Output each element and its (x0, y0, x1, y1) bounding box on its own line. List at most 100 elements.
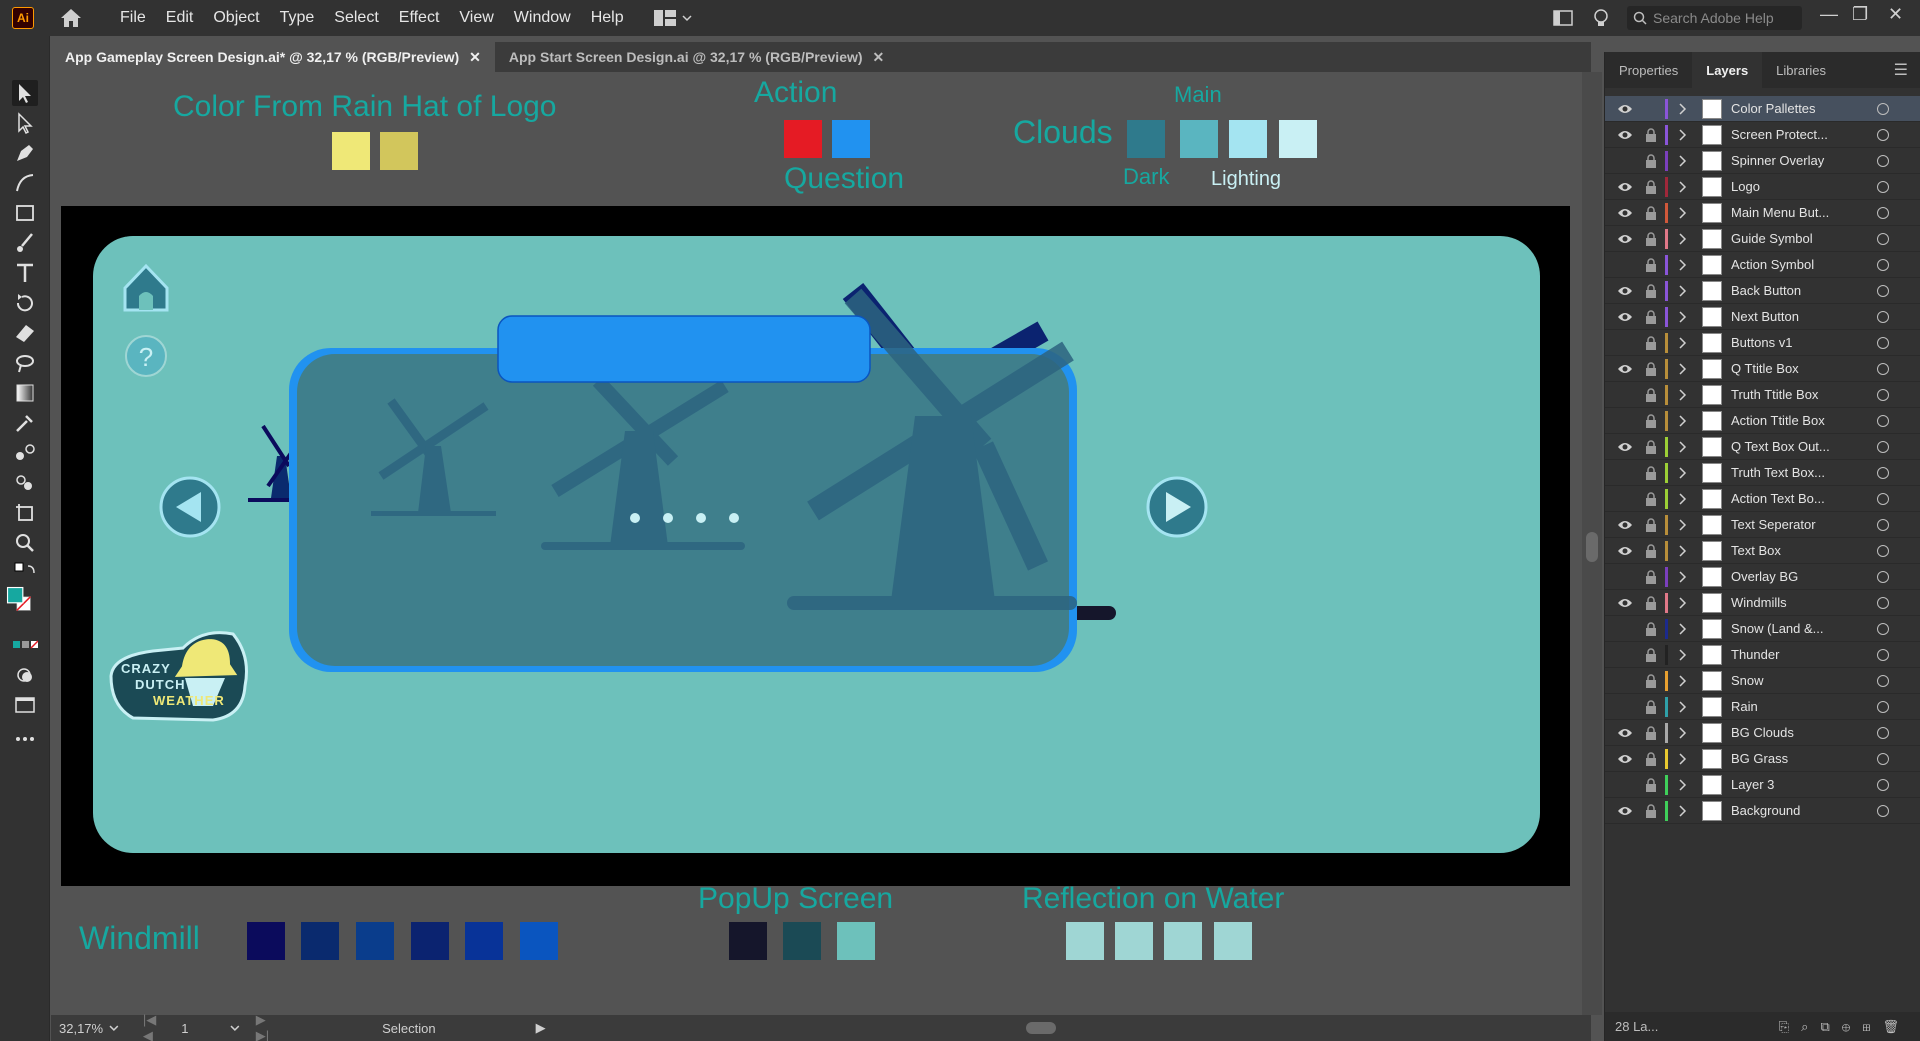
lock-icon[interactable] (1645, 491, 1657, 506)
swatch-windmill-5[interactable] (465, 922, 503, 960)
chevron-down-icon[interactable] (109, 1024, 119, 1032)
menu-edit[interactable]: Edit (156, 0, 204, 36)
lock-icon[interactable] (1645, 803, 1657, 818)
lock-icon[interactable] (1645, 647, 1657, 662)
direct-selection-tool-icon[interactable] (12, 110, 38, 136)
swatch-question[interactable] (832, 120, 870, 158)
layer-row[interactable]: Action Text Bo... (1605, 486, 1920, 512)
paintbrush-tool-icon[interactable] (12, 230, 38, 256)
layer-target-icon[interactable] (1877, 752, 1889, 765)
chevron-right-icon[interactable] (1677, 310, 1687, 324)
chevron-right-icon[interactable] (1677, 154, 1687, 168)
layer-row[interactable]: BG Clouds (1605, 720, 1920, 746)
lock-icon[interactable] (1645, 673, 1657, 688)
visibility-eye-icon[interactable] (1617, 363, 1633, 375)
lock-icon[interactable] (1645, 335, 1657, 350)
layer-row[interactable]: Overlay BG (1605, 564, 1920, 590)
visibility-eye-icon[interactable] (1617, 207, 1633, 219)
lock-icon[interactable] (1645, 179, 1657, 194)
layer-row[interactable]: Thunder (1605, 642, 1920, 668)
layer-row[interactable]: Layer 3 (1605, 772, 1920, 798)
guide-symbol-icon[interactable]: ? (125, 335, 167, 377)
menu-effect[interactable]: Effect (389, 0, 450, 36)
layer-target-icon[interactable] (1877, 414, 1889, 427)
vertical-scrollbar[interactable] (1582, 72, 1602, 1015)
lock-icon[interactable] (1645, 569, 1657, 584)
layer-target-icon[interactable] (1877, 778, 1889, 791)
layer-row[interactable]: Text Seperator (1605, 512, 1920, 538)
more-tools-icon[interactable] (12, 726, 38, 752)
visibility-eye-icon[interactable] (1617, 285, 1633, 297)
swatch-clouds-dark[interactable] (1127, 120, 1165, 158)
layer-target-icon[interactable] (1877, 258, 1889, 271)
chevron-right-icon[interactable] (1677, 440, 1687, 454)
horizontal-scrollbar[interactable] (566, 1021, 1591, 1035)
swatch-popup-3[interactable] (837, 922, 875, 960)
chevron-right-icon[interactable] (1677, 258, 1687, 272)
rectangle-tool-icon[interactable] (12, 200, 38, 226)
layer-row[interactable]: Text Box (1605, 538, 1920, 564)
canvas[interactable]: Color From Rain Hat of Logo Action Quest… (51, 72, 1591, 1015)
layer-row[interactable]: Main Menu But... (1605, 200, 1920, 226)
eyedropper-tool-icon[interactable] (12, 410, 38, 436)
layer-row[interactable]: Screen Protect... (1605, 122, 1920, 148)
menu-view[interactable]: View (449, 0, 503, 36)
swatch-popup-2[interactable] (783, 922, 821, 960)
pen-tool-icon[interactable] (12, 140, 38, 166)
layer-target-icon[interactable] (1877, 570, 1889, 583)
layer-target-icon[interactable] (1877, 180, 1889, 193)
lock-icon[interactable] (1645, 153, 1657, 168)
layer-row[interactable]: Q Text Box Out... (1605, 434, 1920, 460)
swatch-clouds-light-1[interactable] (1229, 120, 1267, 158)
menu-help[interactable]: Help (581, 0, 634, 36)
swatch-windmill-4[interactable] (411, 922, 449, 960)
visibility-toggle[interactable] (1617, 389, 1633, 401)
fill-stroke-swatch[interactable] (6, 586, 40, 620)
layer-target-icon[interactable] (1877, 310, 1889, 323)
last-artboard-icon[interactable]: ▶ ▶| (256, 1012, 282, 1041)
layer-target-icon[interactable] (1877, 674, 1889, 687)
lock-icon[interactable] (1645, 543, 1657, 558)
zoom-tool-icon[interactable] (12, 530, 38, 556)
swatch-reflection-3[interactable] (1164, 922, 1202, 960)
chevron-right-icon[interactable] (1677, 128, 1687, 142)
swatch-popup-1[interactable] (729, 922, 767, 960)
visibility-toggle[interactable] (1617, 155, 1633, 167)
lock-icon[interactable] (1645, 595, 1657, 610)
layer-row[interactable]: Buttons v1 (1605, 330, 1920, 356)
first-artboard-icon[interactable]: |◀ ◀ (143, 1012, 169, 1041)
scrollbar-thumb[interactable] (1586, 532, 1598, 562)
chevron-down-icon[interactable] (230, 1024, 240, 1032)
chevron-right-icon[interactable] (1677, 232, 1687, 246)
chevron-right-icon[interactable] (1677, 102, 1687, 116)
artboard-number[interactable]: 1 (181, 1021, 230, 1036)
visibility-eye-icon[interactable] (1617, 753, 1633, 765)
visibility-eye-icon[interactable] (1617, 129, 1633, 141)
screen-mode-icon[interactable] (12, 692, 38, 718)
chevron-right-icon[interactable] (1677, 674, 1687, 688)
visibility-toggle[interactable] (1617, 779, 1633, 791)
menu-select[interactable]: Select (324, 0, 388, 36)
lock-icon[interactable] (1645, 361, 1657, 376)
layer-target-icon[interactable] (1877, 128, 1889, 141)
visibility-eye-icon[interactable] (1617, 441, 1633, 453)
chevron-right-icon[interactable] (1677, 804, 1687, 818)
swatch-clouds-light-2[interactable] (1279, 120, 1317, 158)
layer-row[interactable]: BG Grass (1605, 746, 1920, 772)
tab-gameplay-screen[interactable]: App Gameplay Screen Design.ai* @ 32,17 %… (51, 42, 495, 72)
chevron-right-icon[interactable] (1677, 466, 1687, 480)
chevron-right-icon[interactable] (1677, 492, 1687, 506)
swatch-windmill-3[interactable] (356, 922, 394, 960)
chevron-right-icon[interactable] (1677, 752, 1687, 766)
layer-row[interactable]: Action Ttitle Box (1605, 408, 1920, 434)
layer-row[interactable]: Spinner Overlay (1605, 148, 1920, 174)
lock-icon[interactable] (1645, 309, 1657, 324)
layer-row[interactable]: Snow (Land &... (1605, 616, 1920, 642)
menu-file[interactable]: File (110, 0, 156, 36)
visibility-eye-icon[interactable] (1617, 311, 1633, 323)
chevron-right-icon[interactable] (1677, 700, 1687, 714)
layer-target-icon[interactable] (1877, 700, 1889, 713)
swatch-reflection-1[interactable] (1066, 922, 1104, 960)
blend-tool-icon[interactable] (12, 440, 38, 466)
swatch-reflection-2[interactable] (1115, 922, 1153, 960)
